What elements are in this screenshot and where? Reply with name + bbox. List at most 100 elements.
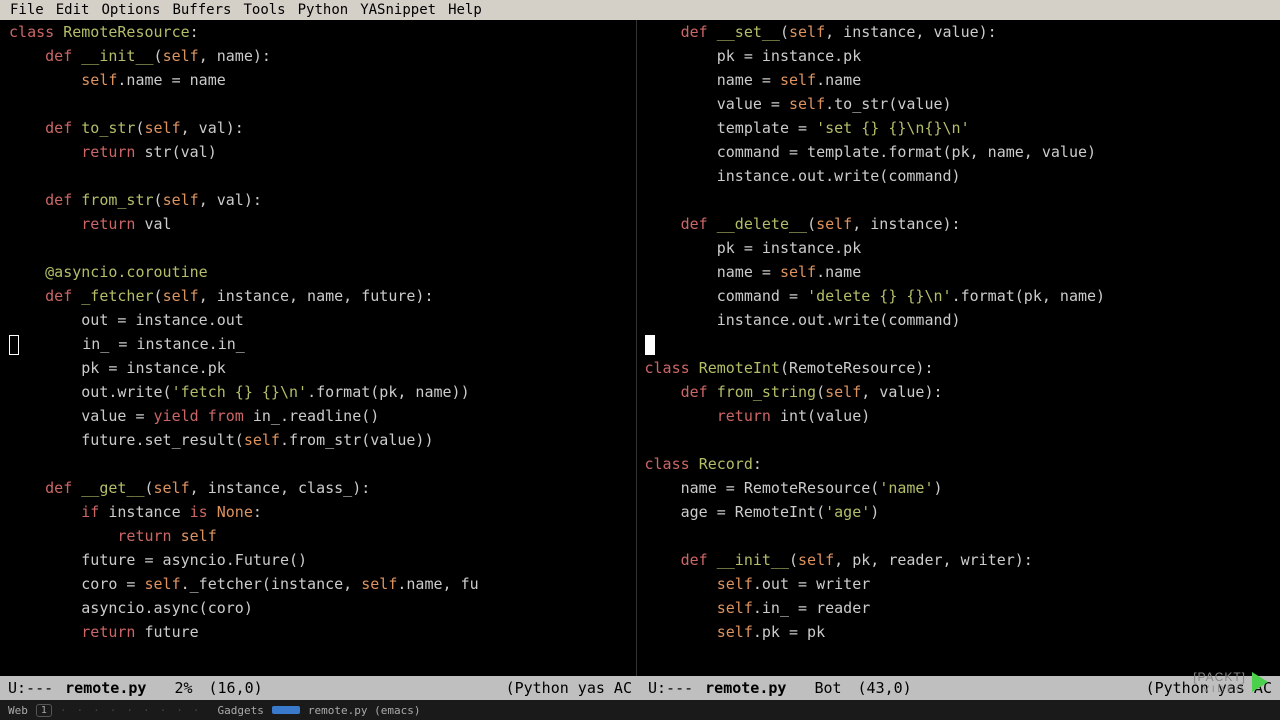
kw-class: class bbox=[645, 455, 690, 473]
kw-return: return bbox=[717, 407, 771, 425]
kw-is: is bbox=[190, 503, 208, 521]
self: self bbox=[145, 119, 181, 137]
kw-def: def bbox=[681, 23, 708, 41]
args: , instance): bbox=[852, 215, 960, 233]
text: age = RemoteInt( bbox=[681, 503, 826, 521]
text: .name = name bbox=[117, 71, 225, 89]
fn-name: __get__ bbox=[81, 479, 144, 497]
args: , val): bbox=[199, 191, 262, 209]
code-line: pk = instance.pk bbox=[81, 359, 226, 377]
menu-python[interactable]: Python bbox=[292, 2, 355, 18]
kw-def: def bbox=[45, 191, 72, 209]
text: ) bbox=[870, 503, 879, 521]
text: ) bbox=[934, 479, 943, 497]
menu-tools[interactable]: Tools bbox=[237, 2, 291, 18]
text: .format(pk, name) bbox=[952, 287, 1106, 305]
workspace-1[interactable]: 1 bbox=[36, 704, 52, 717]
menu-yasnippet[interactable]: YASnippet bbox=[354, 2, 442, 18]
text: .format(pk, name)) bbox=[307, 383, 470, 401]
menu-options[interactable]: Options bbox=[95, 2, 166, 18]
workspace-dots: ········· bbox=[60, 704, 210, 717]
cursor-position: (43,0) bbox=[858, 679, 912, 697]
text: .to_str(value) bbox=[825, 95, 951, 113]
taskbar-web[interactable]: Web bbox=[8, 704, 28, 717]
brand-name: [PACKT] bbox=[1193, 670, 1246, 684]
args: , instance, name, future): bbox=[199, 287, 434, 305]
text: : bbox=[753, 455, 762, 473]
play-icon bbox=[1252, 672, 1268, 692]
text: instance bbox=[99, 503, 189, 521]
self: self bbox=[181, 527, 217, 545]
code-pane-left[interactable]: class RemoteResource: def __init__(self,… bbox=[0, 20, 637, 676]
args: , pk, reader, writer): bbox=[834, 551, 1033, 569]
code-line: instance.out.write(command) bbox=[717, 311, 961, 329]
code-line: in_ = instance.in_ bbox=[82, 335, 245, 353]
self: self bbox=[825, 383, 861, 401]
kw-def: def bbox=[45, 119, 72, 137]
code-line: pk = instance.pk bbox=[717, 239, 862, 257]
self: self bbox=[163, 191, 199, 209]
code-line: out = instance.out bbox=[81, 311, 244, 329]
fn-name: from_string bbox=[717, 383, 816, 401]
taskbar: Web 1 ········· Gadgets remote.py (emacs… bbox=[0, 700, 1280, 720]
code-line: command = template.format(pk, name, valu… bbox=[717, 143, 1096, 161]
text: value = bbox=[81, 407, 153, 425]
text: future bbox=[135, 623, 198, 641]
self: self bbox=[780, 71, 816, 89]
modeline: U:--- remote.py 2% (16,0) (Python yas AC… bbox=[0, 676, 1280, 700]
kw-def: def bbox=[681, 551, 708, 569]
text: command = bbox=[717, 287, 807, 305]
taskbar-gadgets[interactable]: Gadgets bbox=[218, 704, 264, 717]
self: self bbox=[780, 263, 816, 281]
text: int(value) bbox=[771, 407, 870, 425]
self: self bbox=[163, 287, 199, 305]
self: self bbox=[361, 575, 397, 593]
self: self bbox=[717, 623, 753, 641]
progress-bar bbox=[272, 706, 300, 714]
self: self bbox=[717, 575, 753, 593]
buffer-status: U:--- bbox=[8, 679, 53, 697]
major-mode: (Python yas AC bbox=[506, 679, 632, 697]
kw-return: return bbox=[81, 143, 135, 161]
lit-none: None bbox=[217, 503, 253, 521]
menu-buffers[interactable]: Buffers bbox=[166, 2, 237, 18]
self: self bbox=[81, 71, 117, 89]
string: 'age' bbox=[825, 503, 870, 521]
buffer-status: U:--- bbox=[648, 679, 693, 697]
fn-name: __set__ bbox=[717, 23, 780, 41]
text: out.write( bbox=[81, 383, 171, 401]
fn-name: __init__ bbox=[717, 551, 789, 569]
string: 'name' bbox=[879, 479, 933, 497]
taskbar-app[interactable]: remote.py (emacs) bbox=[308, 704, 421, 717]
editor-area: class RemoteResource: def __init__(self,… bbox=[0, 20, 1280, 676]
buffer-filename: remote.py bbox=[705, 679, 786, 697]
menu-edit[interactable]: Edit bbox=[50, 2, 96, 18]
text: .name bbox=[816, 263, 861, 281]
text: val bbox=[135, 215, 171, 233]
kw-return: return bbox=[81, 623, 135, 641]
kw-yield: yield bbox=[154, 407, 199, 425]
kw-from: from bbox=[208, 407, 244, 425]
text: .pk = pk bbox=[753, 623, 825, 641]
text: name = bbox=[717, 263, 780, 281]
kw-if: if bbox=[81, 503, 99, 521]
text: str(val) bbox=[135, 143, 216, 161]
string: 'set {} {}\n{}\n' bbox=[816, 119, 970, 137]
text: .out = writer bbox=[753, 575, 870, 593]
self: self bbox=[163, 47, 199, 65]
text: .name, fu bbox=[397, 575, 478, 593]
text: coro = bbox=[81, 575, 144, 593]
buffer-filename: remote.py bbox=[65, 679, 146, 697]
string: 'fetch {} {}\n' bbox=[172, 383, 307, 401]
class-name: Record bbox=[699, 455, 753, 473]
code-pane-right[interactable]: def __set__(self, instance, value): pk =… bbox=[637, 20, 1280, 676]
menu-help[interactable]: Help bbox=[442, 2, 488, 18]
kw-def: def bbox=[45, 287, 72, 305]
text: name = bbox=[717, 71, 780, 89]
text: name = RemoteResource( bbox=[681, 479, 880, 497]
modeline-left: U:--- remote.py 2% (16,0) (Python yas AC bbox=[0, 679, 640, 697]
menu-file[interactable]: File bbox=[4, 2, 50, 18]
kw-return: return bbox=[117, 527, 171, 545]
self: self bbox=[244, 431, 280, 449]
self: self bbox=[145, 575, 181, 593]
